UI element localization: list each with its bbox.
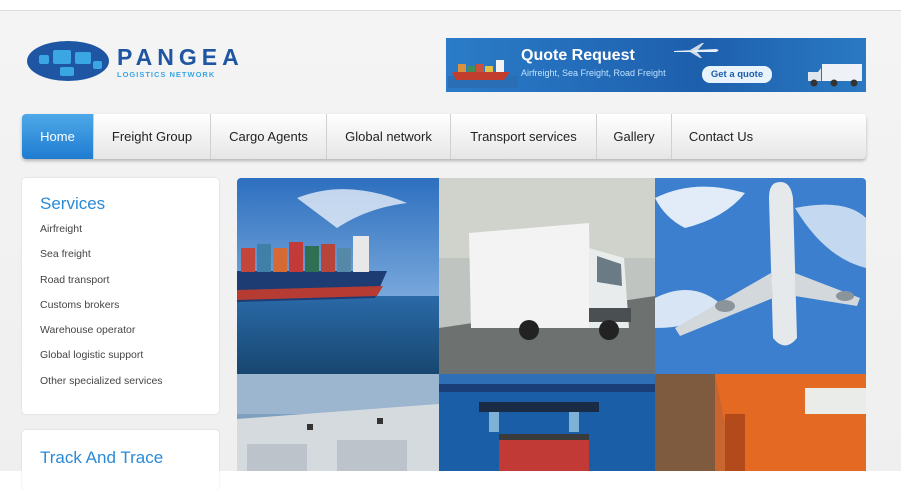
cargo-ship-icon — [448, 60, 518, 88]
logo-name: PANGEA — [117, 44, 244, 70]
crane-photo[interactable] — [439, 374, 655, 471]
get-quote-button[interactable]: Get a quote — [702, 66, 772, 83]
nav-item-global-network[interactable]: Global network — [327, 114, 451, 159]
nav-item-cargo-agents[interactable]: Cargo Agents — [211, 114, 327, 159]
services-title: Services — [40, 194, 106, 213]
image-gallery-grid — [237, 178, 866, 471]
service-link-warehouse-operator[interactable]: Warehouse operator — [40, 323, 163, 348]
ship-hull-photo[interactable] — [655, 374, 866, 471]
service-link-global-logistic-support[interactable]: Global logistic support — [40, 348, 163, 373]
track-trace-panel: Track And Trace — [22, 430, 219, 490]
truck-icon — [808, 64, 862, 87]
service-link-road-transport[interactable]: Road transport — [40, 273, 163, 298]
warehouse-photo[interactable] — [237, 374, 439, 471]
nav-item-freight-group[interactable]: Freight Group — [94, 114, 211, 159]
nav-item-contact-us[interactable]: Contact Us — [672, 114, 770, 159]
nav-item-home[interactable]: Home — [22, 114, 94, 159]
service-link-airfreight[interactable]: Airfreight — [40, 222, 163, 247]
services-list: Airfreight Sea freight Road transport Cu… — [40, 222, 163, 399]
airplane-icon — [674, 43, 719, 58]
airplane-photo[interactable] — [655, 178, 866, 374]
main-nav: Home Freight Group Cargo Agents Global n… — [22, 114, 866, 159]
services-panel: Services Airfreight Sea freight Road tra… — [22, 178, 219, 414]
service-link-customs-brokers[interactable]: Customs brokers — [40, 298, 163, 323]
quote-subtitle: Airfreight, Sea Freight, Road Freight — [521, 68, 666, 78]
track-trace-title: Track And Trace — [40, 448, 164, 467]
service-link-other-specialized-services[interactable]: Other specialized services — [40, 374, 163, 399]
nav-item-transport-services[interactable]: Transport services — [451, 114, 597, 159]
service-link-sea-freight[interactable]: Sea freight — [40, 247, 163, 272]
logo-subtitle: LOGISTICS NETWORK — [117, 70, 216, 79]
nav-item-gallery[interactable]: Gallery — [597, 114, 672, 159]
globe-logo-icon — [27, 41, 109, 81]
quote-request-banner[interactable]: Quote Request Airfreight, Sea Freight, R… — [446, 38, 866, 92]
pangea-logo[interactable]: PANGEA LOGISTICS NETWORK — [27, 37, 247, 87]
truck-photo[interactable] — [439, 178, 655, 374]
quote-title: Quote Request — [521, 47, 635, 64]
ship-photo[interactable] — [237, 178, 439, 374]
